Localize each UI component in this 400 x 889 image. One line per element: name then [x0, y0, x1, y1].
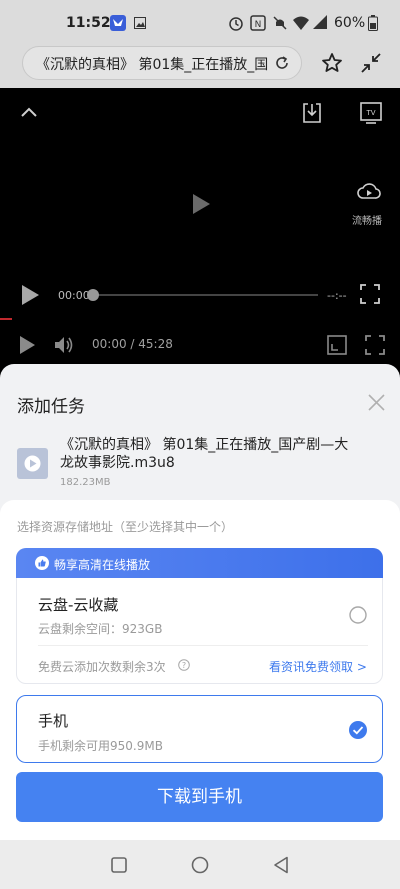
phone-space-text: 手机剩余可用950.9MB	[38, 739, 163, 753]
quota-link[interactable]: 看资讯免费领取 >	[269, 658, 367, 675]
thumb-up-icon	[35, 556, 49, 570]
radio-empty-icon[interactable]	[349, 606, 367, 624]
image-icon	[134, 17, 146, 29]
play-icon[interactable]	[18, 335, 36, 355]
cloud-quota-text: 免费云添加次数剩余3次	[38, 660, 166, 674]
cloud-space-text: 云盘剩余空间：923GB	[38, 622, 163, 636]
play-icon[interactable]	[20, 284, 40, 306]
alarm-icon	[229, 17, 243, 31]
wifi-icon	[293, 16, 309, 30]
nav-recent-icon[interactable]	[111, 857, 127, 873]
smooth-label[interactable]: 流畅播	[352, 212, 382, 227]
nav-back-icon[interactable]	[273, 856, 289, 874]
address-bar-text[interactable]: 《沉默的真相》 第01集_正在播放_国产剧—大龙故事影院.m3u8	[36, 54, 268, 74]
svg-text:TV: TV	[365, 109, 375, 117]
battery-percent: 60%	[334, 15, 366, 31]
refresh-icon[interactable]	[274, 55, 290, 71]
volume-icon[interactable]	[53, 335, 75, 355]
app-icon	[110, 15, 126, 31]
close-icon[interactable]	[368, 394, 385, 411]
check-circle-icon[interactable]	[349, 721, 367, 739]
battery-icon	[368, 15, 378, 31]
svg-text:?: ?	[182, 661, 186, 670]
cloud-option-label: 云盘-云收藏	[38, 596, 119, 614]
mute-icon	[273, 16, 287, 30]
play-icon[interactable]	[190, 192, 212, 216]
storage-hint: 选择资源存储地址（至少选择其中一个）	[17, 520, 234, 534]
chevron-up-icon[interactable]	[20, 106, 38, 118]
fullscreen-icon[interactable]	[360, 284, 380, 304]
signal-icon	[313, 15, 327, 29]
sheet-title: 添加任务	[17, 397, 85, 417]
tv-icon[interactable]: TV	[360, 102, 382, 124]
current-time: 00:00	[58, 289, 90, 302]
time-display: 00:00 / 45:28	[92, 337, 173, 351]
nfc-icon: N	[250, 15, 266, 31]
collapse-icon[interactable]	[360, 52, 382, 74]
pip-icon[interactable]	[327, 335, 347, 355]
nav-home-icon[interactable]	[191, 856, 209, 874]
progress-indicator	[0, 318, 12, 320]
cloud-play-icon[interactable]	[357, 180, 381, 202]
fullscreen-icon[interactable]	[365, 335, 385, 355]
seek-bar[interactable]	[94, 294, 318, 296]
phone-option-label: 手机	[38, 712, 69, 730]
svg-text:N: N	[255, 20, 262, 30]
download-to-phone-button[interactable]: 下载到手机	[16, 772, 383, 822]
file-name: 《沉默的真相》 第01集_正在播放_国产剧—大龙故事影院.m3u8	[60, 437, 349, 471]
seek-handle[interactable]	[87, 289, 99, 301]
file-size: 182.23MB	[60, 477, 111, 488]
download-icon[interactable]	[302, 102, 322, 124]
help-icon[interactable]: ?	[178, 659, 190, 671]
status-time: 11:52	[66, 15, 111, 31]
cloud-banner-text: 畅享高清在线播放	[54, 558, 151, 572]
divider	[38, 645, 368, 646]
video-file-icon	[17, 448, 48, 479]
end-time: --:--	[327, 289, 347, 302]
star-icon[interactable]	[321, 52, 343, 74]
